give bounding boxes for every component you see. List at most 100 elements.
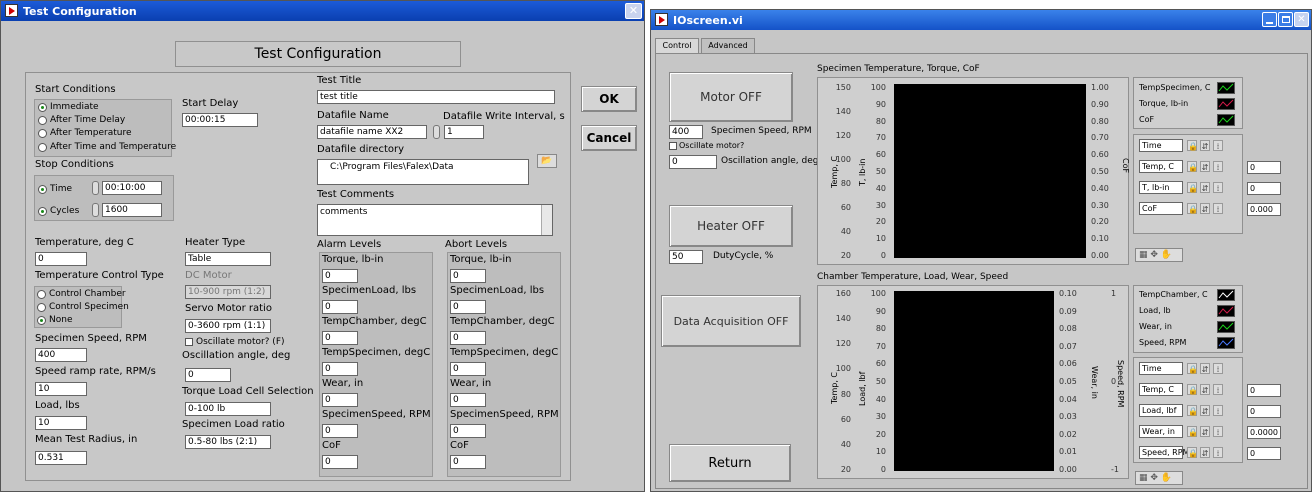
write-interval-spinner[interactable]: [433, 125, 440, 139]
chart1-format-icon[interactable]: ⁞: [1213, 161, 1223, 172]
alarm-0-input[interactable]: 0: [322, 269, 358, 283]
chart1-format-icon[interactable]: ⁞: [1213, 203, 1223, 214]
write-interval-input[interactable]: 1: [444, 125, 484, 139]
chart2-lock-icon[interactable]: 🔒: [1187, 363, 1198, 374]
cancel-button[interactable]: Cancel: [581, 125, 637, 151]
datafile-name-input[interactable]: datafile name XX2: [317, 125, 427, 139]
tab-advanced[interactable]: Advanced: [701, 38, 755, 53]
specimen-speed-input[interactable]: 400: [669, 125, 703, 139]
test-comments-textarea[interactable]: comments: [317, 204, 553, 236]
abort-4-input[interactable]: 0: [450, 393, 486, 407]
chart2-format-icon[interactable]: ⁞: [1213, 426, 1223, 437]
datafile-dir-input[interactable]: C:\Program Files\Falex\Data: [317, 159, 529, 185]
chart2-autoscale-icon[interactable]: ⇵: [1200, 426, 1210, 437]
start-delay-label: Start Delay: [182, 98, 239, 109]
chart1-autoscale-icon[interactable]: ⇵: [1200, 203, 1210, 214]
chart2-lock-icon[interactable]: 🔒: [1187, 426, 1198, 437]
ok-button[interactable]: OK: [581, 86, 637, 112]
abort-2-input[interactable]: 0: [450, 331, 486, 345]
alarm-5-input[interactable]: 0: [322, 424, 358, 438]
chart2-scale-1: Temp, C: [1139, 383, 1183, 396]
chart1-lock-icon[interactable]: 🔒: [1187, 140, 1198, 151]
oscillate-checkbox[interactable]: [669, 142, 677, 150]
alarm-4-input[interactable]: 0: [322, 393, 358, 407]
dc-motor-select[interactable]: 10-900 rpm (1:2): [185, 285, 271, 299]
torque-cell-select[interactable]: 0-100 lb: [185, 402, 271, 416]
heater-type-select[interactable]: Table: [185, 252, 271, 266]
chart2-autoscale-icon[interactable]: ⇵: [1200, 363, 1210, 374]
chart1-autoscale-icon[interactable]: ⇵: [1200, 140, 1210, 151]
abort-0-input[interactable]: 0: [450, 269, 486, 283]
oscillation-angle-input[interactable]: 0: [669, 155, 717, 169]
chart1-format-icon[interactable]: ⁞: [1213, 140, 1223, 151]
abort-5-input[interactable]: 0: [450, 424, 486, 438]
ramp-rate-input[interactable]: 10: [35, 382, 87, 396]
chart2-format-icon[interactable]: ⁞: [1213, 384, 1223, 395]
heater-toggle-button[interactable]: Heater OFF: [669, 205, 793, 247]
abort-1-input[interactable]: 0: [450, 300, 486, 314]
radius-input[interactable]: 0.531: [35, 451, 87, 465]
return-button[interactable]: Return: [669, 444, 791, 482]
start-delay-input[interactable]: 00:00:15: [182, 113, 258, 127]
chart2-autoscale-icon[interactable]: ⇵: [1200, 384, 1210, 395]
control-chamber-radio[interactable]: Control Chamber: [37, 289, 126, 299]
stop-time-input[interactable]: 00:10:00: [102, 181, 162, 195]
chart2-autoscale-icon[interactable]: ⇵: [1200, 405, 1210, 416]
stop-cycles-radio[interactable]: Cycles: [38, 206, 79, 216]
chart2-lock-icon[interactable]: 🔒: [1187, 384, 1198, 395]
alarm-3-input[interactable]: 0: [322, 362, 358, 376]
control-none-radio[interactable]: None: [37, 315, 72, 325]
chart2-wear-tick-1: 0.09: [1059, 306, 1077, 316]
alarm-6-input[interactable]: 0: [322, 455, 358, 469]
start-immediate-radio[interactable]: Immediate: [38, 102, 99, 112]
spec-speed-input[interactable]: 400: [35, 348, 87, 362]
chart2-lock-icon[interactable]: 🔒: [1187, 405, 1198, 416]
folder-browse-icon[interactable]: 📂: [537, 154, 557, 168]
alarm-1-input[interactable]: 0: [322, 300, 358, 314]
alarm-4-label: Wear, in: [322, 378, 364, 389]
chart1-autoscale-icon[interactable]: ⇵: [1200, 161, 1210, 172]
stop-time-radio[interactable]: Time: [38, 184, 72, 194]
chart1-autoscale-icon[interactable]: ⇵: [1200, 182, 1210, 193]
stop-cycles-spinner[interactable]: [92, 203, 99, 217]
chart1-plot-area[interactable]: [894, 84, 1086, 258]
data-acquisition-toggle-button[interactable]: Data Acquisition OFF: [661, 295, 801, 347]
close-button[interactable]: ✕: [1294, 12, 1309, 27]
minimize-button[interactable]: [1262, 12, 1277, 27]
temperature-input[interactable]: 0: [35, 252, 87, 266]
start-temperature-radio[interactable]: After Temperature: [38, 128, 131, 138]
start-time-temp-radio[interactable]: After Time and Temperature: [38, 142, 176, 152]
chart2-format-icon[interactable]: ⁞: [1213, 447, 1223, 458]
abort-6-input[interactable]: 0: [450, 455, 486, 469]
stop-cycles-input[interactable]: 1600: [102, 203, 162, 217]
chart2-lock-icon[interactable]: 🔒: [1187, 447, 1198, 458]
comments-scrollbar[interactable]: [541, 205, 552, 235]
chart2-plot-area[interactable]: [894, 291, 1054, 471]
stop-time-spinner[interactable]: [92, 181, 99, 195]
oscillate-checkbox[interactable]: [185, 338, 193, 346]
duty-cycle-input[interactable]: 50: [669, 250, 703, 264]
chart1-lock-icon[interactable]: 🔒: [1187, 161, 1198, 172]
maximize-button[interactable]: [1278, 12, 1293, 27]
osc-angle-label: Oscillation angle, deg: [182, 350, 291, 361]
test-title-input[interactable]: test title: [317, 90, 555, 104]
chart1-lock-icon[interactable]: 🔒: [1187, 203, 1198, 214]
start-time-delay-radio[interactable]: After Time Delay: [38, 115, 125, 125]
close-button[interactable]: ✕: [625, 3, 642, 19]
chart1-lock-icon[interactable]: 🔒: [1187, 182, 1198, 193]
chart2-format-icon[interactable]: ⁞: [1213, 363, 1223, 374]
tab-control[interactable]: Control: [655, 38, 699, 53]
load-input[interactable]: 10: [35, 416, 87, 430]
osc-angle-input[interactable]: 0: [185, 368, 231, 382]
servo-ratio-select[interactable]: 0-3600 rpm (1:1): [185, 319, 271, 333]
spec-load-ratio-select[interactable]: 0.5-80 lbs (2:1): [185, 435, 271, 449]
chart2-palette[interactable]: ▦ ✥ ✋: [1135, 471, 1183, 485]
alarm-2-input[interactable]: 0: [322, 331, 358, 345]
chart2-autoscale-icon[interactable]: ⇵: [1200, 447, 1210, 458]
chart1-palette[interactable]: ▦ ✥ ✋: [1135, 248, 1183, 262]
chart2-format-icon[interactable]: ⁞: [1213, 405, 1223, 416]
control-specimen-radio[interactable]: Control Specimen: [37, 302, 129, 312]
abort-3-input[interactable]: 0: [450, 362, 486, 376]
motor-toggle-button[interactable]: Motor OFF: [669, 72, 793, 122]
chart1-format-icon[interactable]: ⁞: [1213, 182, 1223, 193]
